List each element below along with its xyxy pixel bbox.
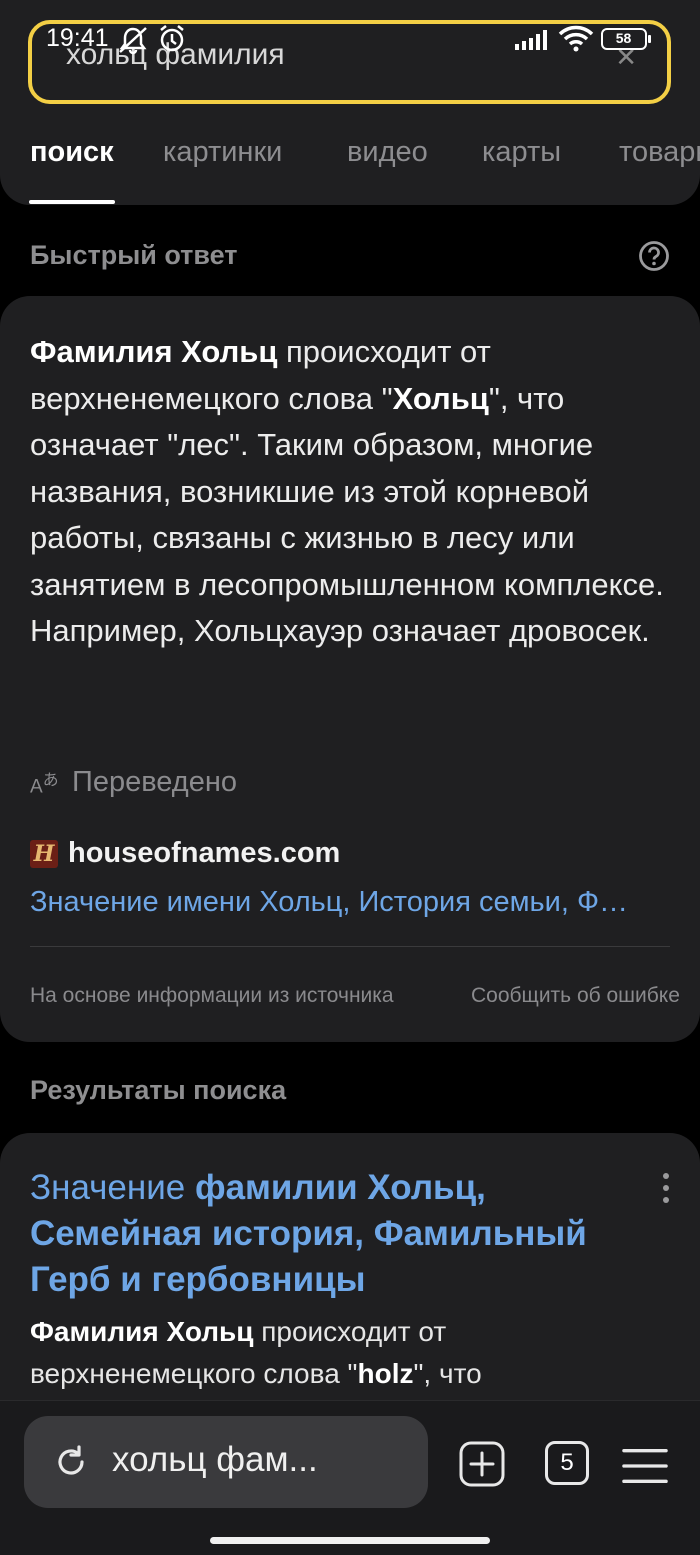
- tabs-count-button[interactable]: 5: [545, 1441, 589, 1485]
- result-title-link[interactable]: Значение фамилии Хольц, Семейная история…: [30, 1165, 640, 1303]
- answer-bold-surname: Фамилия Хольц: [30, 334, 278, 369]
- source-link[interactable]: Значение имени Хольц, История семьи, Ф…: [30, 886, 670, 919]
- search-tabs: поиск картинки видео карты товары: [0, 128, 700, 204]
- signal-icon: [515, 30, 547, 50]
- more-options-icon[interactable]: [654, 1173, 678, 1213]
- wifi-icon: [558, 25, 594, 52]
- battery-icon: 58: [601, 28, 651, 50]
- battery-level: 58: [615, 30, 632, 46]
- result-title-part[interactable]: фамилии Хольц: [195, 1168, 476, 1207]
- quick-answer-text: Фамилия Хольц происходит от верхненемецк…: [30, 329, 680, 655]
- tab-images[interactable]: картинки: [163, 136, 282, 169]
- quick-answer-card: Фамилия Хольц происходит от верхненемецк…: [0, 296, 700, 1042]
- results-title: Результаты поиска: [30, 1075, 287, 1105]
- result-snippet: Фамилия Хольц происходит от верхненемецк…: [30, 1311, 670, 1395]
- help-icon[interactable]: [638, 240, 670, 272]
- address-text[interactable]: хольц фам...: [112, 1440, 318, 1480]
- answer-text-part: ", что означает "лес". Таким образом, мн…: [30, 380, 664, 649]
- source-favicon-icon: H: [30, 839, 58, 868]
- source-domain[interactable]: houseofnames.com: [68, 837, 340, 870]
- alarm-icon: [160, 25, 184, 52]
- tab-search[interactable]: поиск: [30, 136, 114, 169]
- active-tab-indicator: [29, 200, 115, 204]
- divider: [30, 946, 670, 947]
- translated-label: Переведено: [72, 766, 237, 798]
- tab-products[interactable]: товары: [619, 136, 700, 169]
- mute-icon: [119, 27, 147, 55]
- translate-icon: Aあ: [30, 771, 59, 798]
- home-indicator[interactable]: [210, 1537, 490, 1544]
- reload-icon[interactable]: [52, 1443, 90, 1481]
- status-bar: 19:41 58: [0, 0, 700, 76]
- menu-icon[interactable]: [622, 1443, 668, 1489]
- translated-indicator: Aあ Переведено: [30, 766, 237, 799]
- snippet-bold: Фамилия Хольц: [30, 1316, 254, 1347]
- new-tab-icon[interactable]: [459, 1441, 505, 1487]
- tab-video[interactable]: видео: [347, 136, 428, 169]
- source-note: На основе информации из источника: [30, 984, 394, 1007]
- result-title-part[interactable]: Значение: [30, 1168, 195, 1207]
- snippet-bold: holz: [357, 1358, 414, 1389]
- address-bar[interactable]: хольц фам...: [24, 1416, 428, 1508]
- tab-maps[interactable]: карты: [482, 136, 561, 169]
- answer-bold-word: Хольц: [392, 380, 489, 416]
- quick-answer-title: Быстрый ответ: [30, 240, 238, 270]
- browser-bottom-bar: хольц фам... 5: [0, 1400, 700, 1555]
- status-time: 19:41: [46, 24, 109, 52]
- source-row[interactable]: H houseofnames.com: [30, 837, 340, 870]
- report-error-link[interactable]: Сообщить об ошибке: [471, 984, 680, 1008]
- snippet-text: ", что: [413, 1358, 482, 1389]
